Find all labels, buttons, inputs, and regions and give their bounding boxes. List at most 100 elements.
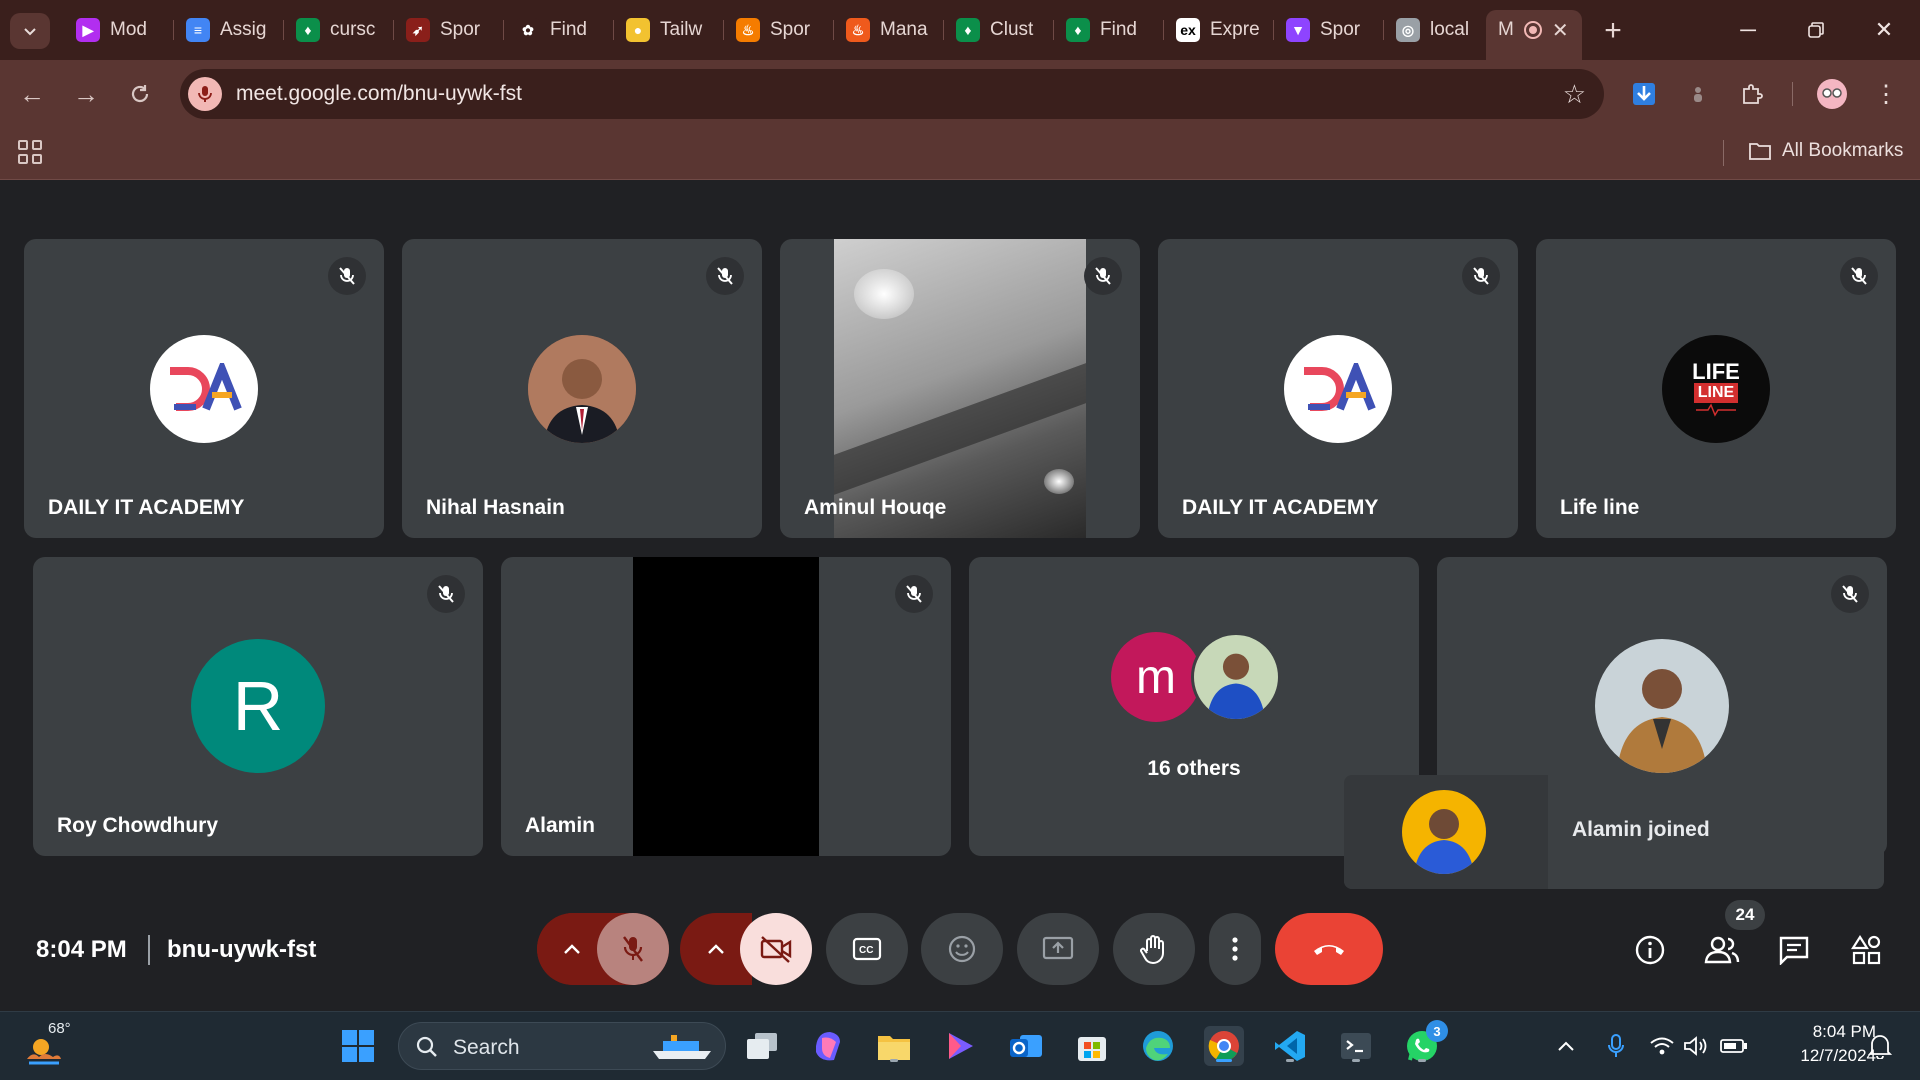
participant-tile-life-line[interactable]: LIFE LINE Life line <box>1536 239 1896 538</box>
camera-toggle-button[interactable] <box>740 913 812 985</box>
weather-icon <box>27 1039 61 1065</box>
browser-tab[interactable]: ♨ Mana <box>834 10 944 50</box>
windows-logo-icon <box>342 1030 374 1062</box>
media-app-icon[interactable] <box>940 1026 980 1066</box>
chrome-icon[interactable] <box>1204 1026 1244 1066</box>
tab-search-button[interactable] <box>10 13 50 49</box>
browser-tab[interactable]: ♦ Clust <box>944 10 1054 50</box>
reactions-button[interactable] <box>921 913 1003 985</box>
file-explorer-icon[interactable] <box>874 1026 914 1066</box>
apps-grid-icon[interactable] <box>18 140 42 164</box>
bookmark-star-icon[interactable]: ☆ <box>1563 79 1586 110</box>
tab-label: Expre <box>1210 19 1260 40</box>
participant-tile-roy-chowdhury[interactable]: R Roy Chowdhury <box>33 557 483 856</box>
captions-icon: CC <box>852 937 882 961</box>
copilot-icon[interactable] <box>808 1026 848 1066</box>
all-bookmarks-button[interactable]: All Bookmarks <box>1748 140 1903 162</box>
mic-in-use-icon[interactable] <box>188 77 222 111</box>
browser-menu-icon[interactable]: ⋮ <box>1870 78 1902 110</box>
meeting-clock: 8:04 PM <box>36 936 127 963</box>
chat-button[interactable] <box>1774 930 1814 970</box>
participant-name: Alamin <box>525 814 596 837</box>
present-screen-button[interactable] <box>1017 913 1099 985</box>
extension-dot-icon[interactable] <box>1682 78 1714 110</box>
people-count-badge: 24 <box>1725 900 1765 930</box>
tab-label: Mana <box>880 19 928 40</box>
tab-favicon-icon: ➶ <box>406 18 430 42</box>
svg-text:CC: CC <box>859 945 873 956</box>
task-view-icon[interactable] <box>742 1026 782 1066</box>
browser-tab[interactable]: ➶ Spor <box>394 10 504 50</box>
participant-tile-daily-it-academy-2[interactable]: DAILY IT ACADEMY <box>1158 239 1518 538</box>
mic-off-icon <box>623 936 643 962</box>
tab-favicon-icon: ≡ <box>186 18 210 42</box>
more-options-button[interactable] <box>1209 913 1261 985</box>
search-label: Search <box>453 1036 520 1059</box>
extensions-puzzle-icon[interactable] <box>1736 78 1768 110</box>
reload-icon <box>131 85 149 103</box>
participant-tile-daily-it-academy-1[interactable]: DAILY IT ACADEMY <box>24 239 384 538</box>
vscode-icon[interactable] <box>1270 1026 1310 1066</box>
raise-hand-button[interactable] <box>1113 913 1195 985</box>
battery-icon[interactable] <box>1714 1026 1754 1066</box>
microsoft-store-icon[interactable] <box>1072 1026 1112 1066</box>
notifications-bell-icon[interactable] <box>1860 1026 1900 1066</box>
photo-avatar <box>1191 632 1281 722</box>
browser-tab[interactable]: ● Tailw <box>614 10 724 50</box>
avatar-letter: m <box>1136 650 1176 704</box>
show-hidden-icons-chevron-icon[interactable] <box>1546 1026 1586 1066</box>
activities-button[interactable] <box>1846 930 1886 970</box>
nihal-photo-avatar <box>528 335 636 443</box>
participant-tile-aminul-houqe[interactable]: Aminul Houqe <box>780 239 1140 538</box>
tab-favicon-icon: ♦ <box>956 18 980 42</box>
address-bar[interactable]: meet.google.com/bnu-uywk-fst ☆ <box>180 69 1604 119</box>
reload-button[interactable] <box>122 76 158 112</box>
browser-tab[interactable]: ◎ local <box>1384 10 1494 50</box>
browser-tab[interactable]: ex Expre <box>1164 10 1274 50</box>
participant-tile-alamin[interactable]: Alamin <box>501 557 951 856</box>
leave-call-button[interactable] <box>1275 913 1383 985</box>
meeting-details-button[interactable] <box>1630 930 1670 970</box>
emoji-icon <box>948 935 976 963</box>
lifeline-logo-avatar: LIFE LINE <box>1662 335 1770 443</box>
microphone-in-use-icon[interactable] <box>1596 1026 1636 1066</box>
download-icon[interactable] <box>1628 78 1660 110</box>
microphone-toggle-button[interactable] <box>597 913 669 985</box>
participant-name: DAILY IT ACADEMY <box>1182 496 1379 519</box>
outlook-icon[interactable] <box>1006 1026 1046 1066</box>
browser-tab[interactable]: ≡ Assig <box>174 10 284 50</box>
participant-tile-nihal-hasnain[interactable]: Nihal Hasnain <box>402 239 762 538</box>
browser-toolbar: ← → meet.google.com/bnu-uywk-fst ☆ ⋮ <box>0 60 1920 128</box>
captions-button[interactable]: CC <box>826 913 908 985</box>
people-icon <box>1704 936 1740 964</box>
terminal-icon[interactable] <box>1336 1026 1376 1066</box>
profile-avatar[interactable] <box>1816 78 1848 110</box>
tab-label: Find <box>550 19 587 40</box>
tab-label: M <box>1498 19 1514 40</box>
new-tab-button[interactable]: + <box>1596 14 1630 48</box>
recording-icon <box>1523 21 1542 39</box>
browser-tab[interactable]: ♦ Find <box>1054 10 1164 50</box>
minimize-button[interactable]: ─ <box>1728 12 1768 48</box>
all-bookmarks-label: All Bookmarks <box>1782 140 1904 161</box>
browser-tab[interactable]: ▶ Mod <box>64 10 174 50</box>
close-tab-icon[interactable]: ✕ <box>1552 18 1569 43</box>
browser-tab[interactable]: ♨ Spor <box>724 10 834 50</box>
forward-button[interactable]: → <box>68 76 104 112</box>
hand-icon <box>1140 935 1164 965</box>
volume-icon[interactable] <box>1676 1026 1716 1066</box>
letter-avatar: m <box>1111 632 1201 722</box>
chevron-up-icon <box>708 944 724 954</box>
browser-tab[interactable]: ✿ Find <box>504 10 614 50</box>
taskbar-search-box[interactable]: Search <box>398 1022 726 1070</box>
browser-tab[interactable]: ♦ cursc <box>284 10 394 50</box>
browser-tab[interactable]: ▼ Spor <box>1274 10 1384 50</box>
restore-button[interactable] <box>1796 12 1836 48</box>
start-button[interactable] <box>338 1026 378 1066</box>
tab-active-meet[interactable]: M ✕ <box>1486 10 1582 60</box>
back-button[interactable]: ← <box>14 76 50 112</box>
toast-avatar-area <box>1344 775 1548 889</box>
close-window-button[interactable]: ✕ <box>1864 12 1904 48</box>
edge-icon[interactable] <box>1138 1026 1178 1066</box>
people-button[interactable] <box>1702 930 1742 970</box>
